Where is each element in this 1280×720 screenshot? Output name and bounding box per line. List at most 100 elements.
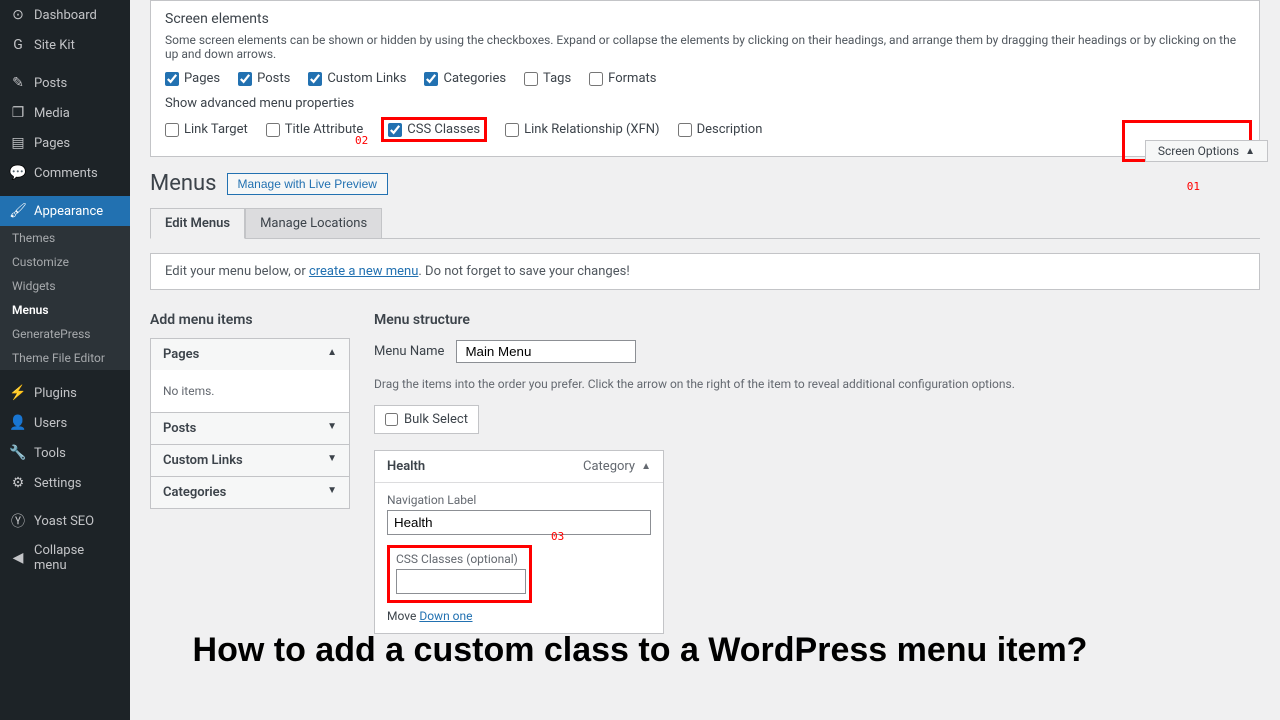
- chk-formats[interactable]: Formats: [589, 71, 656, 86]
- pin-icon: ✎: [10, 75, 26, 91]
- sidebar-item-settings[interactable]: ⚙Settings: [0, 468, 130, 498]
- chk-label: Formats: [608, 71, 656, 86]
- chk-categories-input[interactable]: [424, 72, 438, 86]
- accordion-pages-body: No items.: [151, 370, 349, 412]
- sidebar-sub-themefileeditor[interactable]: Theme File Editor: [0, 346, 130, 370]
- add-items-title: Add menu items: [150, 312, 350, 328]
- sidebar-item-comments[interactable]: 💬Comments: [0, 158, 130, 188]
- notice-text: . Do not forget to save your changes!: [418, 264, 629, 279]
- tab-edit-menus[interactable]: Edit Menus: [150, 208, 245, 239]
- chk-cssclasses-input[interactable]: [388, 123, 402, 137]
- sidebar-sub-themes[interactable]: Themes: [0, 226, 130, 250]
- screen-options-panel: Screen elements Some screen elements can…: [150, 0, 1260, 157]
- page-title-row: Menus Manage with Live Preview: [150, 171, 1260, 196]
- chk-pages[interactable]: Pages: [165, 71, 220, 86]
- chk-linkrel-input[interactable]: [505, 123, 519, 137]
- sidebar-item-media[interactable]: ❐ Media: [0, 98, 130, 128]
- accordion-pages[interactable]: Pages▲: [151, 339, 349, 370]
- chk-posts-input[interactable]: [238, 72, 252, 86]
- annotation-03: 03: [551, 530, 564, 543]
- tools-icon: 🔧: [10, 445, 26, 461]
- adv-props-title: Show advanced menu properties: [165, 96, 1245, 111]
- create-new-menu-link[interactable]: create a new menu: [309, 264, 418, 279]
- menu-name-input[interactable]: [456, 340, 636, 363]
- chk-linkrel[interactable]: Link Relationship (XFN): [505, 122, 659, 137]
- sidebar-label: Users: [34, 416, 67, 431]
- sidebar-item-sitekit[interactable]: GSite Kit: [0, 30, 130, 60]
- brush-icon: 🖌: [10, 203, 26, 219]
- sidebar-sub-menus[interactable]: Menus: [0, 298, 130, 322]
- chk-description[interactable]: Description: [678, 122, 763, 137]
- screen-options-label: Screen Options: [1158, 144, 1239, 158]
- chk-tags[interactable]: Tags: [524, 71, 571, 86]
- sidebar-label: Dashboard: [34, 8, 97, 23]
- menu-item-header[interactable]: Health Category▲: [375, 451, 663, 483]
- sidebar-label: Yoast SEO: [34, 514, 94, 529]
- accordion-posts[interactable]: Posts▼: [151, 412, 349, 444]
- sidebar-item-dashboard[interactable]: ⊙ Dashboard: [0, 0, 130, 30]
- css-classes-label: CSS Classes (optional): [396, 552, 523, 566]
- chk-label: Categories: [443, 71, 506, 86]
- pages-icon: ▤: [10, 135, 26, 151]
- edit-menu-notice: Edit your menu below, or create a new me…: [150, 253, 1260, 290]
- chk-linktarget-input[interactable]: [165, 123, 179, 137]
- chk-customlinks-input[interactable]: [308, 72, 322, 86]
- menu-item-body: Navigation Label CSS Classes (optional) …: [375, 483, 663, 633]
- move-down-link[interactable]: Down one: [419, 609, 472, 623]
- sidebar-item-posts[interactable]: ✎Posts: [0, 68, 130, 98]
- accordion-label: Custom Links: [163, 453, 243, 468]
- media-icon: ❐: [10, 105, 26, 121]
- chk-cssclasses[interactable]: CSS Classes: [388, 122, 480, 137]
- css-classes-input[interactable]: [396, 569, 526, 594]
- manage-live-preview-button[interactable]: Manage with Live Preview: [227, 173, 388, 195]
- screen-options-toggle[interactable]: Screen Options ▲: [1145, 140, 1268, 162]
- accordion-label: Pages: [163, 347, 199, 362]
- sidebar-label: Media: [34, 106, 70, 121]
- chk-pages-input[interactable]: [165, 72, 179, 86]
- tab-manage-locations[interactable]: Manage Locations: [245, 208, 382, 238]
- chk-tags-input[interactable]: [524, 72, 538, 86]
- sidebar-item-tools[interactable]: 🔧Tools: [0, 438, 130, 468]
- menu-name-row: Menu Name: [374, 340, 1260, 363]
- bulk-select-input[interactable]: [385, 413, 398, 426]
- sidebar-item-collapse[interactable]: ◀Collapse menu: [0, 536, 130, 580]
- move-label: Move: [387, 609, 416, 623]
- bulk-select[interactable]: Bulk Select: [374, 405, 479, 434]
- chk-posts[interactable]: Posts: [238, 71, 290, 86]
- sidebar-sub-widgets[interactable]: Widgets: [0, 274, 130, 298]
- chk-linktarget[interactable]: Link Target: [165, 122, 248, 137]
- plugins-icon: ⚡: [10, 385, 26, 401]
- accordion-categories[interactable]: Categories▼: [151, 476, 349, 508]
- sidebar-item-pages[interactable]: ▤Pages: [0, 128, 130, 158]
- chk-label: Custom Links: [327, 71, 406, 86]
- nav-label-input[interactable]: [387, 510, 651, 535]
- chk-titleattr-input[interactable]: [266, 123, 280, 137]
- chk-label: Link Relationship (XFN): [524, 122, 659, 137]
- menu-item: Health Category▲ Navigation Label CSS Cl…: [374, 450, 664, 634]
- sidebar-label: Collapse menu: [34, 543, 120, 573]
- chk-formats-input[interactable]: [589, 72, 603, 86]
- accordion-customlinks[interactable]: Custom Links▼: [151, 444, 349, 476]
- sidebar-item-yoast[interactable]: ⓎYoast SEO: [0, 506, 130, 536]
- accordion-label: Posts: [163, 421, 196, 436]
- chk-customlinks[interactable]: Custom Links: [308, 71, 406, 86]
- dashboard-icon: ⊙: [10, 7, 26, 23]
- chk-categories[interactable]: Categories: [424, 71, 506, 86]
- sidebar-item-users[interactable]: 👤Users: [0, 408, 130, 438]
- chk-titleattr[interactable]: Title Attribute: [266, 122, 364, 137]
- caret-down-icon: ▼: [327, 485, 337, 500]
- chk-label: CSS Classes: [407, 122, 480, 137]
- chk-label: Pages: [184, 71, 220, 86]
- bulk-label: Bulk Select: [404, 412, 468, 427]
- sitekit-icon: G: [10, 37, 26, 53]
- sidebar-item-appearance[interactable]: 🖌Appearance: [0, 196, 130, 226]
- caret-up-icon: ▲: [641, 461, 651, 472]
- sidebar-label: Plugins: [34, 386, 77, 401]
- sidebar-item-plugins[interactable]: ⚡ Plugins: [0, 378, 130, 408]
- admin-sidebar: ⊙ Dashboard GSite Kit ✎Posts ❐ Media ▤Page…: [0, 0, 130, 720]
- sidebar-sub-generatepress[interactable]: GeneratePress: [0, 322, 130, 346]
- sidebar-sub-customize[interactable]: Customize: [0, 250, 130, 274]
- page-title: Menus: [150, 171, 217, 196]
- chk-description-input[interactable]: [678, 123, 692, 137]
- tutorial-headline: How to add a custom class to a WordPress…: [0, 631, 1280, 670]
